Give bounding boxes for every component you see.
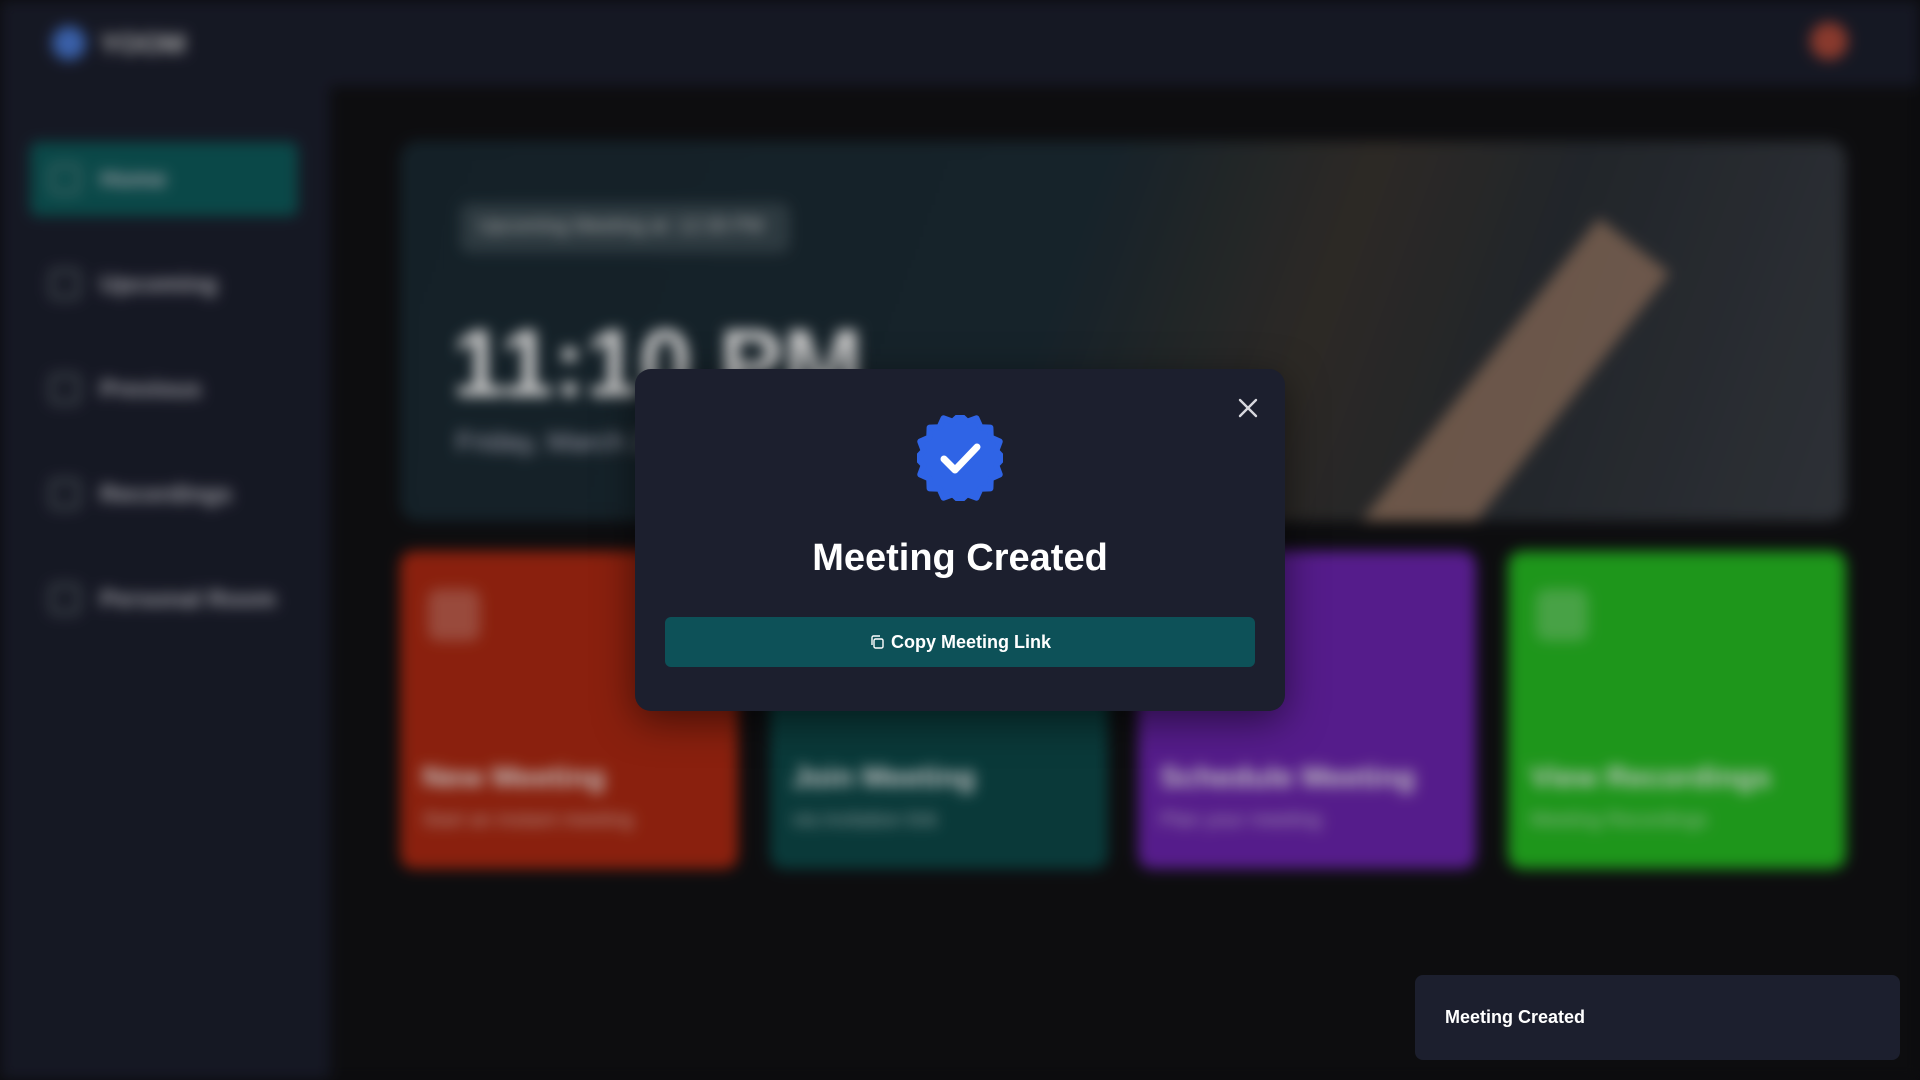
toast-notification: Meeting Created bbox=[1415, 975, 1900, 1060]
close-icon bbox=[1238, 398, 1258, 418]
toast-message: Meeting Created bbox=[1445, 1007, 1586, 1027]
copy-icon bbox=[871, 635, 884, 649]
close-button[interactable] bbox=[1233, 393, 1263, 423]
meeting-created-dialog: Meeting Created Copy Meeting Link bbox=[635, 369, 1285, 711]
copy-meeting-link-label: Copy Meeting Link bbox=[890, 631, 1051, 652]
copy-meeting-link-button[interactable]: Copy Meeting Link bbox=[665, 617, 1255, 667]
dialog-title: Meeting Created bbox=[812, 537, 1108, 579]
verified-check-icon bbox=[917, 415, 1003, 501]
